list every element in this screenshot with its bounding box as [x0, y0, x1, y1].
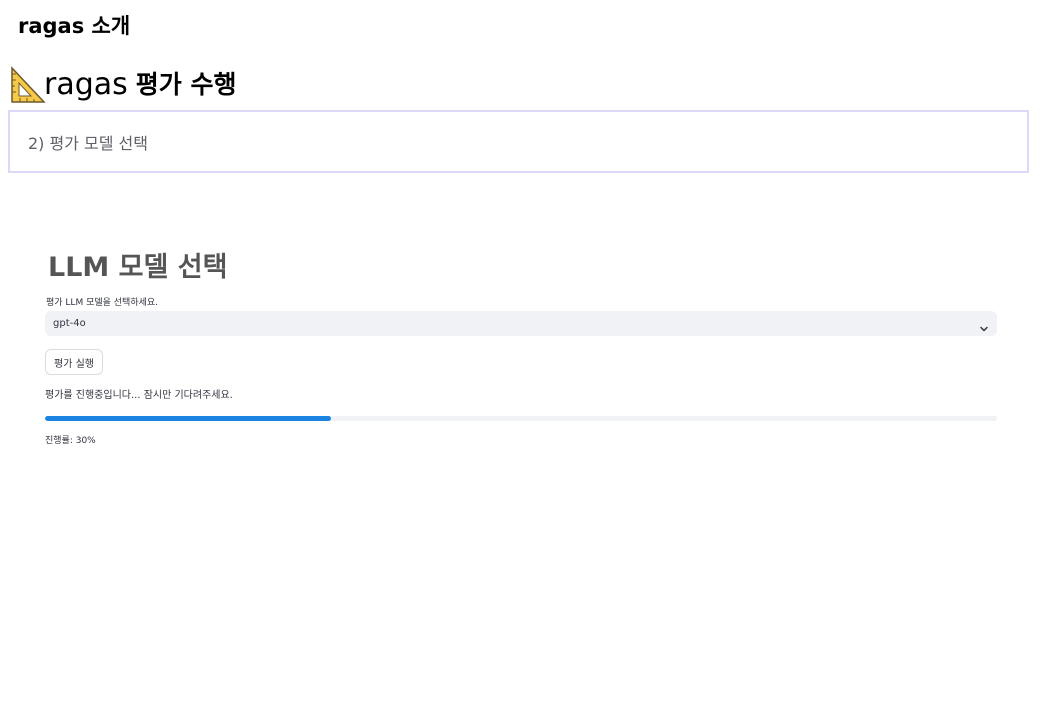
eval-header: ragas 평가 수행 [10, 64, 237, 106]
section-title: LLM 모델 선택 [48, 252, 228, 283]
status-text: 평가를 진행중입니다... 잠시만 기다려주세요. [45, 390, 233, 401]
model-select-label: 평가 LLM 모델을 선택하세요. [46, 298, 159, 308]
model-select-value: gpt-4o [53, 318, 86, 329]
chevron-down-icon [979, 319, 989, 331]
app-page: ragas 소개 ragas 평가 수행 2) 평가 모델 선택 LLM 모델 … [0, 0, 1040, 720]
progress-bar [45, 416, 997, 421]
eval-header-ragas: ragas [44, 67, 128, 102]
triangular-ruler-icon [10, 66, 46, 104]
step-box: 2) 평가 모델 선택 [8, 110, 1029, 173]
page-title: ragas 소개 [18, 14, 131, 38]
eval-header-label: 평가 수행 [135, 70, 237, 99]
progress-label: 진행률: 30% [45, 436, 96, 446]
step-label: 2) 평가 모델 선택 [28, 133, 148, 153]
run-evaluation-button[interactable]: 평가 실행 [45, 349, 103, 375]
model-select[interactable]: gpt-4o [45, 311, 997, 336]
progress-bar-fill [45, 416, 331, 421]
